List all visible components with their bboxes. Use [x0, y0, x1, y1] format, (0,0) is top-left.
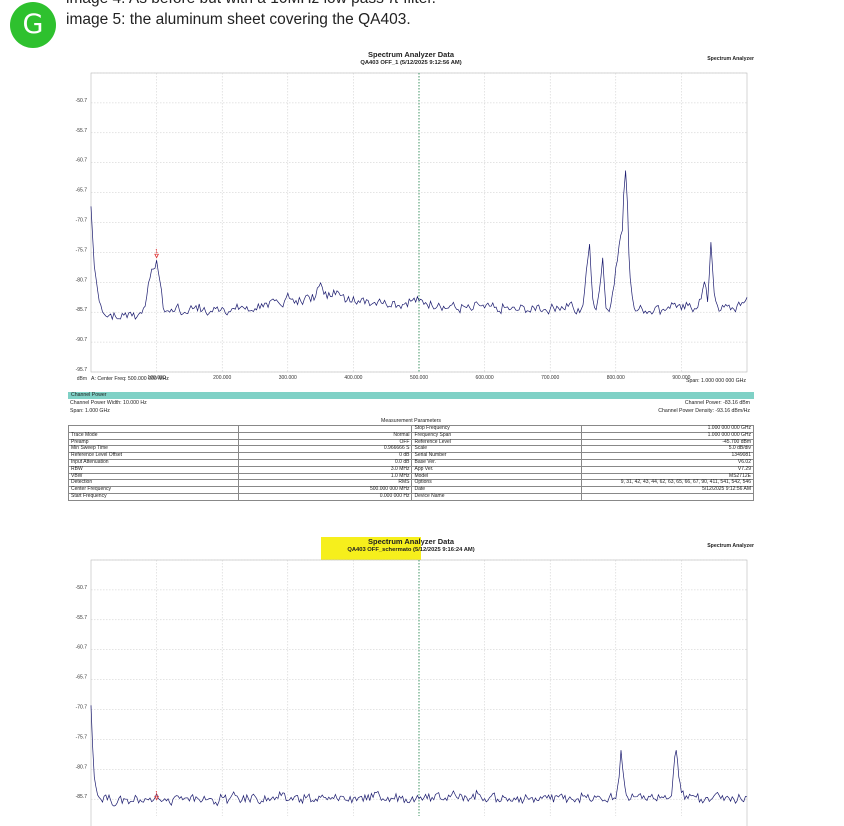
- table-cell: [581, 492, 754, 501]
- channel-power-density: Channel Power Density: -93.16 dBm/Hz: [658, 408, 750, 414]
- spectrum-analyzer-panel-2: Spectrum Analyzer Data QA403 OFF_scherma…: [66, 536, 756, 826]
- y-tick-label: -70.7: [76, 705, 88, 711]
- table-cell: V6.02: [581, 458, 754, 467]
- y-tick-label: -60.7: [76, 645, 88, 651]
- table-cell: 1.0 MHz: [237, 472, 413, 481]
- x-tick-label: 600.000: [476, 375, 494, 381]
- table-row: Center Frequency 500.000 000 MHz Date 5/12/…: [68, 486, 754, 494]
- table-cell: VBW: [68, 472, 239, 481]
- table-cell: Trace Mode: [68, 431, 239, 440]
- table-cell: Options: [411, 479, 583, 488]
- table-cell: V7.29: [581, 465, 754, 474]
- table-cell: Serial Number: [411, 452, 583, 460]
- table-cell: Model: [411, 472, 583, 481]
- table-row: Input Attenuation 0.0 dB Base Ver. V6.02: [68, 458, 754, 467]
- table-row: RBW 3.0 MHz App Ver. V7.29: [68, 465, 754, 474]
- table-row: Detection RMS Options 9, 31, 42, 43, 44, 62…: [68, 479, 754, 488]
- message-line-image4: image 4: As before but with a 10MHz low …: [66, 0, 436, 8]
- y-tick-label: -70.7: [76, 218, 88, 224]
- x-tick-label: 800.000: [607, 375, 625, 381]
- table-row: Min Sweep Time 0.966666 S Scale 5.0 dB/div: [68, 445, 754, 454]
- table-cell: Input Attenuation: [68, 458, 239, 467]
- x-tick-label: 400.000: [344, 375, 362, 381]
- measurement-parameters-title: Measurement Parameters: [381, 418, 441, 424]
- span-short-label: Span: 1.000 GHz: [70, 408, 110, 414]
- y-tick-label: -50.7: [76, 98, 88, 104]
- x-tick-label: 200.000: [213, 375, 231, 381]
- table-cell: 0 dB: [237, 452, 413, 460]
- y-tick-label: -85.7: [76, 307, 88, 313]
- y-tick-label: -55.7: [76, 128, 88, 134]
- center-freq-label: A: Center Freq: 500.000 000 MHz: [91, 376, 169, 382]
- spectrum-analyzer-panel-1: Spectrum Analyzer Data QA403 OFF_1 (5/12…: [66, 49, 756, 525]
- y-tick-label: -50.7: [76, 585, 88, 591]
- y-tick-label: -75.7: [76, 247, 88, 253]
- table-row: Start Frequency 0.000 000 Hz Device Name: [68, 492, 754, 501]
- table-cell: RBW: [68, 465, 239, 474]
- table-cell: Normal: [237, 431, 413, 440]
- y-unit-label: dBm: [77, 376, 87, 382]
- table-row: Reference Level Offset 0 dB Serial Number 1…: [68, 452, 754, 460]
- y-tick-label: -85.7: [76, 794, 88, 800]
- table-cell: [237, 425, 413, 433]
- table-cell: 0.000 000 Hz: [237, 492, 413, 501]
- marker-label: 1: [155, 791, 158, 797]
- x-tick-label: 700.000: [541, 375, 559, 381]
- table-cell: 1349081: [581, 452, 754, 460]
- y-tick-label: -80.7: [76, 277, 88, 283]
- channel-power-bar: Channel Power: [68, 392, 754, 399]
- y-tick-label: -55.7: [76, 615, 88, 621]
- y-tick-label: -60.7: [76, 158, 88, 164]
- channel-power-value: Channel Power: -83.16 dBm: [684, 400, 750, 406]
- avatar: G: [10, 2, 56, 48]
- x-tick-label: 300.000: [279, 375, 297, 381]
- message-line-image5: image 5: the aluminum sheet covering the…: [66, 11, 411, 28]
- table-cell: 5.0 dB/div: [581, 445, 754, 454]
- marker-label: 1: [155, 249, 158, 255]
- table-cell: 0.0 dB: [237, 458, 413, 467]
- spectrum-plot-2: -50.7 -55.7 -60.7 -65.7 -70.7 -75.7 -80.7 -85.7…: [76, 559, 748, 826]
- table-cell: 3.0 MHz: [237, 465, 413, 474]
- table-cell: 5/12/2025 9:12:56 AM: [581, 486, 754, 494]
- table-cell: Reference Level: [411, 438, 583, 447]
- measurement-parameters-table: Stop Frequency 1.000 000 000 GHz Trace Mod…: [68, 425, 754, 501]
- y-tick-label: -80.7: [76, 764, 88, 770]
- spectrum-plot-1: -50.7 -55.7 -60.7 -65.7 -70.7 -75.7 -80.7 -85.7…: [76, 72, 748, 382]
- span-label: Span: 1.000 000 000 GHz: [686, 378, 746, 384]
- table-cell: Device Name: [411, 492, 583, 501]
- table-cell: App Ver.: [411, 465, 583, 474]
- table-row: Trace Mode Normal Frequency Span 1.000 000 …: [68, 431, 754, 440]
- table-row: Preamp OFF Reference Level -45.700 dBm: [68, 438, 754, 447]
- y-tick-label: -65.7: [76, 675, 88, 681]
- table-cell: Base Ver.: [411, 458, 583, 467]
- y-tick-label: -75.7: [76, 734, 88, 740]
- y-tick-label: -95.7: [76, 367, 88, 373]
- y-tick-label: -65.7: [76, 188, 88, 194]
- channel-width-label: Channel Power Width: 10.000 Hz: [70, 400, 147, 406]
- x-tick-label: 500.000: [410, 375, 428, 381]
- table-cell: Start Frequency: [68, 492, 239, 501]
- table-row: Stop Frequency 1.000 000 000 GHz: [68, 425, 754, 433]
- table-cell: 0.966666 S: [237, 445, 413, 454]
- table-cell: -45.700 dBm: [581, 438, 754, 447]
- y-tick-label: -90.7: [76, 337, 88, 343]
